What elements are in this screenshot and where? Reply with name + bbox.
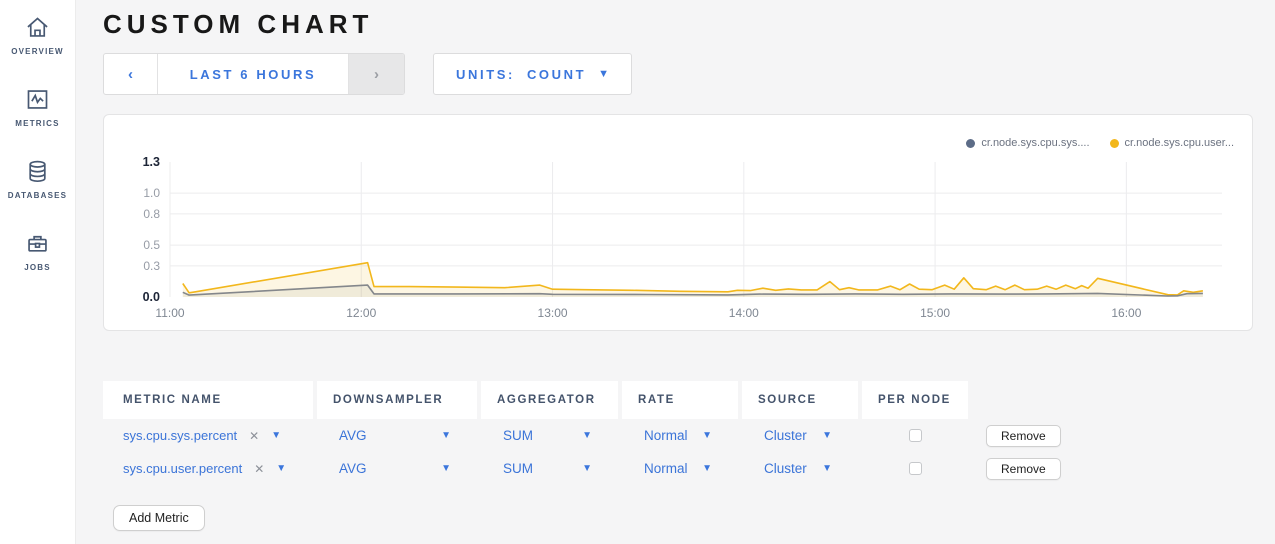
metrics-table: METRIC NAME DOWNSAMPLER AGGREGATOR RATE … [103,381,1275,531]
aggregator-select[interactable]: SUM ▼ [481,419,618,452]
rate-value: Normal [644,461,688,476]
sidebar-item-jobs[interactable]: JOBS [0,230,75,272]
per-node-checkbox[interactable] [909,429,922,442]
databases-icon [24,158,51,185]
add-metric-button[interactable]: Add Metric [113,505,205,531]
sidebar-item-label: OVERVIEW [11,47,64,56]
legend-dot [1110,139,1119,148]
column-header-per-node: PER NODE [862,381,968,419]
rate-select[interactable]: Normal ▼ [622,452,738,485]
remove-cell: Remove [972,452,1092,485]
units-dropdown[interactable]: UNITS: COUNT ▼ [433,53,632,95]
metrics-icon [24,86,51,113]
chevron-down-icon: ▼ [702,431,712,441]
svg-text:12:00: 12:00 [346,306,376,320]
rate-select[interactable]: Normal ▼ [622,419,738,452]
chart-card: cr.node.sys.cpu.sys.... cr.node.sys.cpu.… [103,114,1253,331]
main-content: CUSTOM CHART ‹ LAST 6 HOURS › UNITS: COU… [76,0,1275,544]
per-node-cell [862,419,968,452]
svg-text:1.0: 1.0 [143,186,160,200]
legend-label: cr.node.sys.cpu.sys.... [981,137,1089,149]
chevron-down-icon: ▼ [822,431,832,441]
column-header-downsampler: DOWNSAMPLER [317,381,477,419]
table-header-row: METRIC NAME DOWNSAMPLER AGGREGATOR RATE … [103,381,1275,419]
time-prev-button[interactable]: ‹ [104,54,158,94]
page-title: CUSTOM CHART [103,9,1275,40]
clear-metric-icon[interactable]: ✕ [254,462,264,476]
units-label: UNITS: [456,67,515,82]
sidebar-item-label: METRICS [15,119,59,128]
svg-text:13:00: 13:00 [538,306,568,320]
remove-button[interactable]: Remove [986,458,1061,480]
sidebar-item-label: JOBS [24,263,51,272]
rate-value: Normal [644,428,688,443]
chevron-down-icon: ▼ [271,431,281,441]
downsampler-value: AVG [339,461,367,476]
svg-text:0.8: 0.8 [143,207,160,221]
svg-text:15:00: 15:00 [920,306,950,320]
chevron-down-icon: ▼ [822,464,832,474]
time-next-button-disabled[interactable]: › [348,54,404,94]
time-range-dropdown[interactable]: LAST 6 HOURS [158,54,348,94]
chevron-down-icon: ▼ [441,431,451,441]
aggregator-select[interactable]: SUM ▼ [481,452,618,485]
metric-name-value: sys.cpu.sys.percent [123,428,237,443]
metric-name-value: sys.cpu.user.percent [123,461,242,476]
legend-label: cr.node.sys.cpu.user... [1125,137,1234,149]
home-icon [24,14,51,41]
aggregator-value: SUM [503,461,533,476]
table-row: sys.cpu.sys.percent ✕ ▼ AVG ▼ SUM ▼ Norm… [103,419,1275,452]
remove-cell: Remove [972,419,1092,452]
remove-button[interactable]: Remove [986,425,1061,447]
downsampler-select[interactable]: AVG ▼ [317,419,477,452]
sidebar-item-overview[interactable]: OVERVIEW [0,14,75,56]
table-row: sys.cpu.user.percent ✕ ▼ AVG ▼ SUM ▼ Nor… [103,452,1275,485]
column-header-aggregator: AGGREGATOR [481,381,618,419]
source-select[interactable]: Cluster ▼ [742,419,858,452]
jobs-icon [24,230,51,257]
legend-item[interactable]: cr.node.sys.cpu.sys.... [966,137,1089,149]
column-header-source: SOURCE [742,381,858,419]
chevron-left-icon: ‹ [128,66,133,83]
svg-text:0.0: 0.0 [143,290,160,304]
downsampler-value: AVG [339,428,367,443]
source-value: Cluster [764,428,807,443]
metric-name-select[interactable]: sys.cpu.user.percent ✕ ▼ [103,452,313,485]
chevron-right-icon: › [374,66,379,83]
legend-dot [966,139,975,148]
svg-text:16:00: 16:00 [1111,306,1141,320]
svg-text:1.3: 1.3 [143,155,160,169]
per-node-cell [862,452,968,485]
source-select[interactable]: Cluster ▼ [742,452,858,485]
downsampler-select[interactable]: AVG ▼ [317,452,477,485]
time-range-label: LAST 6 HOURS [190,67,317,82]
clear-metric-icon[interactable]: ✕ [249,429,259,443]
source-value: Cluster [764,461,807,476]
metric-name-select[interactable]: sys.cpu.sys.percent ✕ ▼ [103,419,313,452]
chart-legend: cr.node.sys.cpu.sys.... cr.node.sys.cpu.… [966,137,1234,149]
svg-text:0.5: 0.5 [143,238,160,252]
aggregator-value: SUM [503,428,533,443]
sidebar-item-databases[interactable]: DATABASES [0,158,75,200]
chevron-down-icon: ▼ [598,69,609,80]
svg-text:0.3: 0.3 [143,259,160,273]
chevron-down-icon: ▼ [702,464,712,474]
chevron-down-icon: ▼ [582,464,592,474]
units-value: COUNT [527,67,586,82]
chevron-down-icon: ▼ [582,431,592,441]
toolbar: ‹ LAST 6 HOURS › UNITS: COUNT ▼ [103,53,1275,95]
svg-text:11:00: 11:00 [155,306,184,320]
chevron-down-icon: ▼ [276,464,286,474]
time-window-selector: ‹ LAST 6 HOURS › [103,53,405,95]
sidebar: OVERVIEW METRICS DATABASES JOBS [0,0,76,544]
per-node-checkbox[interactable] [909,462,922,475]
sidebar-item-label: DATABASES [8,191,67,200]
svg-text:14:00: 14:00 [729,306,759,320]
chevron-down-icon: ▼ [441,464,451,474]
sidebar-item-metrics[interactable]: METRICS [0,86,75,128]
column-header-rate: RATE [622,381,738,419]
column-header-metric-name: METRIC NAME [103,381,313,419]
legend-item[interactable]: cr.node.sys.cpu.user... [1110,137,1234,149]
